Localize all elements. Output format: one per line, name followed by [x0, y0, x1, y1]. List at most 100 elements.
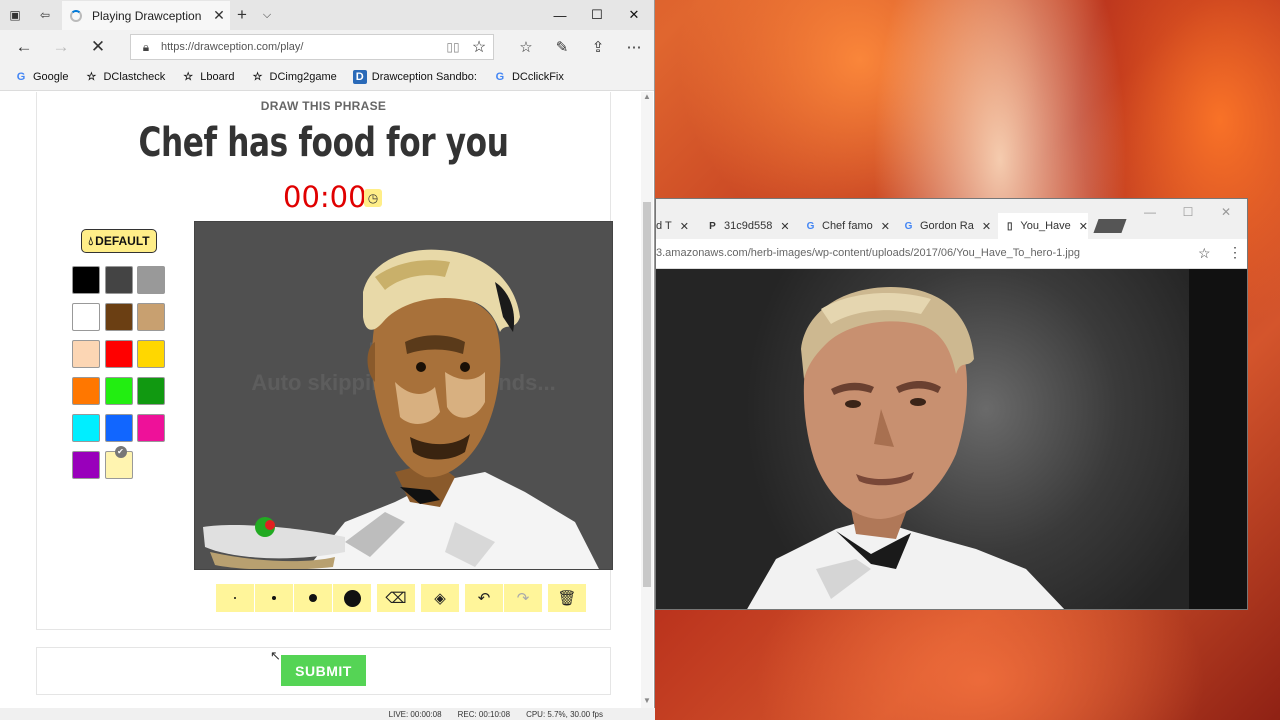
live-time: LIVE: 00:00:08: [388, 709, 442, 719]
maximize-button[interactable]: ☐: [578, 0, 616, 30]
color-swatch[interactable]: [137, 377, 165, 405]
chrome-tab-label: 31c9d558: [724, 220, 773, 232]
chrome-tab-label: Gordon Ra: [920, 220, 974, 232]
trash-icon[interactable]: 🗑︎: [548, 584, 586, 612]
maximize-button[interactable]: ☐: [1169, 203, 1207, 221]
phrase-title: Chef has food for you: [138, 120, 509, 166]
chrome-tab-label: d T: [656, 220, 672, 232]
chrome-address-bar[interactable]: 3.amazonaws.com/herb-images/wp-content/u…: [656, 239, 1247, 269]
color-swatch[interactable]: [72, 377, 100, 405]
favorite-label: Google: [33, 70, 69, 83]
draw-phrase-label: DRAW THIS PHRASE: [260, 99, 387, 113]
forward-button[interactable]: →: [48, 34, 74, 60]
star-icon: ☆: [183, 71, 194, 83]
color-swatch[interactable]: [72, 340, 100, 368]
scroll-thumb[interactable]: [643, 202, 651, 587]
color-swatch[interactable]: [72, 451, 100, 479]
tab-manager-icon[interactable]: ▣: [0, 0, 30, 30]
tab-close-icon[interactable]: ✕: [208, 7, 230, 24]
chrome-tab-3[interactable]: G Chef famo ✕: [804, 213, 894, 239]
color-swatch[interactable]: [137, 303, 165, 331]
tab-close-icon[interactable]: ✕: [680, 220, 689, 233]
google-icon: G: [904, 220, 913, 232]
brush-size-small-button[interactable]: [255, 584, 293, 612]
tab-close-icon[interactable]: ✕: [1079, 220, 1088, 233]
chrome-tab-5-active[interactable]: ▯ You_Have ✕: [998, 213, 1088, 239]
favorite-google[interactable]: G Google: [14, 70, 69, 84]
color-swatch[interactable]: [137, 414, 165, 442]
color-swatch[interactable]: [104, 340, 133, 368]
minimize-button[interactable]: —: [1131, 203, 1169, 221]
tab-close-icon[interactable]: ✕: [881, 220, 890, 233]
color-swatch[interactable]: [104, 446, 133, 479]
close-window-button[interactable]: ✕: [615, 0, 653, 30]
color-swatch[interactable]: [72, 303, 100, 331]
back-button[interactable]: ←: [11, 34, 37, 60]
pen-icon[interactable]: ✎: [547, 34, 577, 60]
scroll-up-arrow-icon[interactable]: ▲: [641, 92, 653, 104]
more-menu-icon[interactable]: ⋯: [619, 34, 649, 60]
drawing-canvas[interactable]: Please Auto skipping in 3 seconds...: [194, 221, 613, 570]
photo-margin: [1189, 269, 1247, 609]
tab-playing-drawception[interactable]: Playing Drawception ✕: [62, 1, 230, 30]
back-tabs-icon[interactable]: ⇦: [30, 0, 60, 30]
scroll-down-arrow-icon[interactable]: ▼: [641, 696, 653, 708]
favorites-hub-icon[interactable]: ☆: [511, 34, 541, 60]
favorite-label: DCclickFix: [511, 70, 564, 83]
close-window-button[interactable]: ✕: [1207, 203, 1245, 221]
chrome-tab-label: You_Have: [1020, 220, 1071, 232]
tab-close-icon[interactable]: ✕: [780, 220, 789, 233]
chrome-url[interactable]: 3.amazonaws.com/herb-images/wp-content/u…: [656, 247, 1080, 259]
undo-icon[interactable]: ↶: [465, 584, 503, 612]
chrome-tab-label: Chef famo: [822, 220, 873, 232]
favorite-star-icon[interactable]: ☆: [465, 37, 493, 57]
address-url[interactable]: https://drawception.com/play/: [161, 41, 441, 53]
favorite-lboard[interactable]: ☆ Lboard: [181, 70, 234, 84]
color-swatch[interactable]: [104, 377, 133, 405]
color-swatch[interactable]: [104, 303, 133, 331]
chrome-tab-1[interactable]: d T ✕: [656, 213, 696, 239]
bookmark-star-icon[interactable]: ☆: [1198, 245, 1211, 262]
minimize-button[interactable]: —: [541, 0, 579, 30]
share-icon[interactable]: ⇪: [583, 34, 613, 60]
chrome-menu-icon[interactable]: ⋮: [1228, 244, 1242, 261]
color-swatch[interactable]: [104, 414, 133, 442]
brush-size-medium-button[interactable]: [294, 584, 332, 612]
color-swatch[interactable]: [72, 414, 100, 442]
submit-button[interactable]: SUBMIT: [281, 655, 366, 686]
page-scrollbar[interactable]: ▲ ▼: [641, 92, 653, 708]
brush-size-tiny-button[interactable]: [216, 584, 254, 612]
chrome-window: d T ✕ P 31c9d558 ✕ G Chef famo ✕ G Gordo…: [655, 198, 1248, 610]
tab-close-icon[interactable]: ✕: [982, 220, 991, 233]
address-bar[interactable]: 🔒︎ https://drawception.com/play/ ▯▯ ☆: [130, 34, 494, 60]
favorite-dcclickfix[interactable]: G DCclickFix: [493, 70, 564, 84]
star-icon: ☆: [252, 71, 263, 83]
reading-view-icon[interactable]: ▯▯: [441, 40, 465, 54]
google-icon: G: [16, 70, 26, 83]
rec-time: REC: 00:10:08: [457, 709, 511, 719]
eraser-icon[interactable]: ⌫: [377, 584, 415, 612]
google-icon: G: [495, 70, 505, 83]
layers-icon[interactable]: ◈: [421, 584, 459, 612]
favorite-dcimg2game[interactable]: ☆ DCimg2game: [251, 70, 337, 84]
tab-list-chevron-icon[interactable]: ⌵: [258, 0, 276, 30]
new-tab-button[interactable]: [1093, 219, 1127, 233]
chrome-tab-4[interactable]: G Gordon Ra ✕: [902, 213, 992, 239]
drawception-icon: D: [352, 69, 367, 84]
color-swatch[interactable]: [137, 266, 165, 294]
redo-icon[interactable]: ↷: [504, 584, 542, 612]
stop-button[interactable]: ✕: [85, 34, 111, 60]
favorite-dclastcheck[interactable]: ☆ DClastcheck: [84, 70, 166, 84]
brush-size-large-button[interactable]: [333, 584, 371, 612]
clock-icon[interactable]: ◷: [364, 189, 382, 207]
color-swatch[interactable]: [104, 266, 133, 294]
favorite-drawception-sandbox[interactable]: D Drawception Sandbo:: [352, 69, 477, 84]
chrome-tab-2[interactable]: P 31c9d558 ✕: [706, 213, 796, 239]
default-palette-button[interactable]: 💧︎ DEFAULT: [81, 229, 157, 253]
default-label: DEFAULT: [95, 234, 150, 248]
color-swatch[interactable]: [137, 340, 165, 368]
color-swatch[interactable]: [72, 266, 100, 294]
favorites-bar: G Google ☆ DClastcheck ☆ Lboard ☆ DCimg2…: [0, 63, 654, 91]
new-tab-button[interactable]: +: [232, 0, 252, 30]
google-icon: G: [806, 220, 815, 232]
